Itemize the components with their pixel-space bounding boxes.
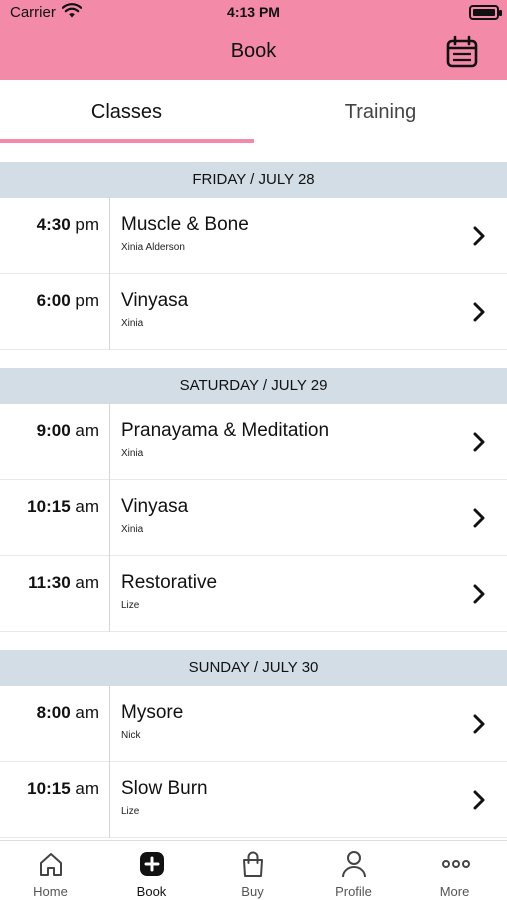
chevron-right-icon <box>473 714 485 734</box>
instructor-name: Nick <box>121 730 141 741</box>
class-time-value: 8:00 <box>36 703 71 722</box>
day-header: SUNDAY / JULY 30 <box>0 650 507 686</box>
bottom-tab-bar: Home Book Buy Profile More <box>0 840 507 900</box>
day-header: SATURDAY / JULY 29 <box>0 368 507 404</box>
class-row[interactable]: 9:00 am Pranayama & Meditation Xinia <box>0 404 507 480</box>
instructor-name: Xinia Alderson <box>121 242 185 253</box>
class-time: 8:00 am <box>0 686 110 762</box>
tabbar-label: Profile <box>335 884 372 899</box>
class-time-period: am <box>70 497 99 516</box>
chevron-right-icon <box>473 790 485 810</box>
tabbar-label: Book <box>136 884 167 899</box>
class-time: 4:30 pm <box>0 198 110 274</box>
class-row[interactable]: 10:15 am Vinyasa Xinia <box>0 480 507 556</box>
class-time-period: am <box>70 573 99 592</box>
page-title: Book <box>230 40 277 62</box>
class-row[interactable]: 10:15 am Slow Burn Lize <box>0 762 507 838</box>
instructor-name: Lize <box>121 600 140 611</box>
class-row[interactable]: 4:30 pm Muscle & Bone Xinia Alderson <box>0 198 507 274</box>
calendar-icon[interactable] <box>445 35 479 69</box>
tab-classes[interactable]: Classes <box>0 80 253 144</box>
tab-training[interactable]: Training <box>254 80 507 144</box>
active-tab-indicator <box>0 139 254 143</box>
class-row[interactable]: 6:00 pm Vinyasa Xinia <box>0 274 507 350</box>
class-name: Pranayama & Meditation <box>121 420 330 441</box>
class-name: Restorative <box>121 572 218 593</box>
class-time: 10:15 am <box>0 762 110 838</box>
tabbar-label: More <box>439 884 470 899</box>
tabbar-book[interactable]: Book <box>101 841 202 900</box>
class-time-value: 10:15 <box>27 497 71 516</box>
class-time: 10:15 am <box>0 480 110 556</box>
person-icon <box>342 851 366 878</box>
class-time-period: pm <box>70 291 99 310</box>
class-time-period: am <box>70 421 99 440</box>
class-time-value: 11:30 <box>28 573 71 592</box>
section-gap <box>0 632 507 650</box>
instructor-name: Xinia <box>121 318 144 329</box>
home-icon <box>40 853 62 876</box>
class-time-period: pm <box>70 215 99 234</box>
chevron-right-icon <box>473 226 485 246</box>
tabbar-label: Buy <box>241 884 264 899</box>
chevron-right-icon <box>473 302 485 322</box>
tabbar-buy[interactable]: Buy <box>202 841 303 900</box>
tabbar-profile[interactable]: Profile <box>303 841 404 900</box>
day-header: FRIDAY / JULY 28 <box>0 162 507 198</box>
shopping-bag-icon <box>243 851 263 877</box>
class-row[interactable]: 11:30 am Restorative Lize <box>0 556 507 632</box>
class-time-value: 9:00 <box>36 421 71 440</box>
battery-icon <box>469 5 502 20</box>
nav-header: Carrier 4:13 PM Book <box>0 0 507 80</box>
class-time: 6:00 pm <box>0 274 110 350</box>
class-row[interactable]: 8:00 am Mysore Nick <box>0 686 507 762</box>
chevron-right-icon <box>473 584 485 604</box>
class-time-period: am <box>70 779 99 798</box>
chevron-right-icon <box>473 432 485 452</box>
section-gap <box>0 350 507 368</box>
class-name: Vinyasa <box>121 290 189 311</box>
class-time: 11:30 am <box>0 556 110 632</box>
tabbar-more[interactable]: More <box>404 841 505 900</box>
instructor-name: Xinia <box>121 448 144 459</box>
instructor-name: Lize <box>121 806 140 817</box>
plus-square-icon <box>140 852 164 876</box>
status-time: 4:13 PM <box>227 4 280 20</box>
class-name: Slow Burn <box>121 778 208 799</box>
segment-tabs: Classes Training <box>0 80 507 144</box>
status-bar: Carrier 4:13 PM <box>0 0 507 26</box>
chevron-right-icon <box>473 508 485 528</box>
instructor-name: Xinia <box>121 524 144 535</box>
tabbar-home[interactable]: Home <box>0 841 101 900</box>
class-time-value: 10:15 <box>27 779 71 798</box>
class-name: Muscle & Bone <box>121 214 249 235</box>
class-time: 9:00 am <box>0 404 110 480</box>
tabbar-label: Home <box>33 884 68 899</box>
class-name: Mysore <box>121 702 184 723</box>
more-dots-icon <box>442 860 470 868</box>
class-schedule-list: FRIDAY / JULY 28 4:30 pm Muscle & Bone X… <box>0 162 507 838</box>
class-time-value: 6:00 <box>36 291 71 310</box>
class-time-period: am <box>70 703 99 722</box>
class-name: Vinyasa <box>121 496 189 517</box>
class-time-value: 4:30 <box>36 215 71 234</box>
